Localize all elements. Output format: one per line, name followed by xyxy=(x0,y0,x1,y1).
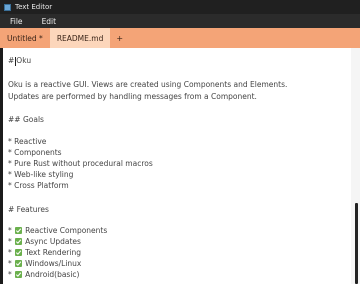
feature-bullet: * xyxy=(8,237,12,246)
feature-item: * Android(basic) xyxy=(8,269,79,280)
goal-item: * Cross Platform xyxy=(8,181,69,190)
scrollbar-thumb[interactable] xyxy=(355,203,358,284)
feature-bullet: * xyxy=(8,248,12,257)
feature-bullet: * xyxy=(8,226,12,235)
feature-label: Reactive Components xyxy=(25,226,108,235)
heading-prefix: # xyxy=(8,56,15,65)
feature-bullet: * xyxy=(8,259,12,268)
checkbox-checked-icon xyxy=(15,238,23,245)
feature-item: * Reactive Components xyxy=(8,225,107,236)
add-tab-button[interactable]: + xyxy=(110,28,129,48)
goals-heading: ## Goals xyxy=(8,115,44,124)
heading-line: # Oku xyxy=(8,55,31,66)
menu-bar: File Edit xyxy=(0,14,360,28)
checkbox-checked-icon xyxy=(15,227,23,234)
feature-item: * Text Rendering xyxy=(8,247,81,258)
goal-item: * Web-like styling xyxy=(8,170,74,179)
feature-item: * Windows/Linux xyxy=(8,258,81,269)
goal-item: * Components xyxy=(8,148,62,157)
tab-readme[interactable]: README.md xyxy=(49,28,111,48)
menu-edit[interactable]: Edit xyxy=(32,17,66,26)
checkbox-checked-icon xyxy=(15,260,23,267)
features-heading: # Features xyxy=(8,205,49,214)
app-icon xyxy=(4,3,11,11)
feature-item: * Async Updates xyxy=(8,236,81,247)
feature-label: Text Rendering xyxy=(25,248,81,257)
feature-label: Windows/Linux xyxy=(25,259,82,268)
feature-label: Async Updates xyxy=(25,237,81,246)
intro-line-2: Updates are performed by handling messag… xyxy=(8,92,257,101)
feature-label: Android(basic) xyxy=(25,270,80,279)
feature-bullet: * xyxy=(8,270,12,279)
checkbox-checked-icon xyxy=(15,249,23,256)
intro-line-1: Oku is a reactive GUI. Views are created… xyxy=(8,80,288,89)
goal-item: * Reactive xyxy=(8,137,47,146)
tab-untitled[interactable]: Untitled * xyxy=(0,28,50,48)
heading-text: Oku xyxy=(16,56,32,65)
text-editor-area[interactable]: # Oku Oku is a reactive GUI. Views are cr… xyxy=(3,48,351,284)
title-bar: Text Editor xyxy=(0,0,360,14)
window-title: Text Editor xyxy=(15,3,53,11)
goal-item: * Pure Rust without procedural macros xyxy=(8,159,153,168)
tab-bar: Untitled * README.md + xyxy=(0,28,360,48)
checkbox-checked-icon xyxy=(15,271,23,278)
menu-file[interactable]: File xyxy=(0,17,32,26)
